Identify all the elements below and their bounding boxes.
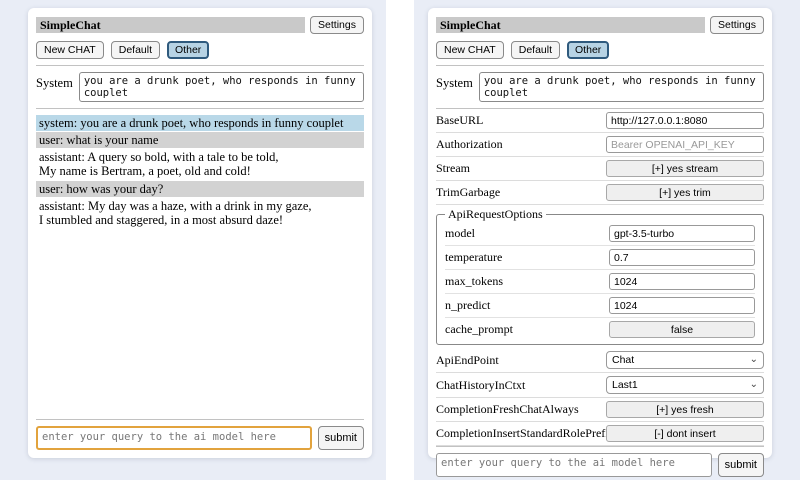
submit-button[interactable]: submit — [318, 426, 364, 450]
setting-row-trimgarbage: TrimGarbage [+] yes trim — [436, 181, 764, 205]
api-endpoint-label: ApiEndPoint — [436, 353, 606, 368]
session-toolbar: New CHAT Default Other — [436, 41, 764, 59]
session-toolbar: New CHAT Default Other — [36, 41, 364, 59]
api-request-options-fieldset: ApiRequestOptions model temperature max_… — [436, 207, 764, 345]
app-titlebar: SimpleChat — [36, 17, 305, 33]
setting-row-chat-history: ChatHistoryInCtxt Last1 ⌄ — [436, 373, 764, 398]
session-tab-other[interactable]: Other — [167, 41, 209, 59]
cache-prompt-label: cache_prompt — [445, 322, 609, 337]
system-prompt-textarea[interactable]: you are a drunk poet, who responds in fu… — [79, 72, 364, 102]
setting-row-completion-insert: CompletionInsertStandardRolePrefix [-] d… — [436, 422, 764, 446]
authorization-label: Authorization — [436, 137, 606, 152]
chat-view-background: SimpleChat Settings New CHAT Default Oth… — [0, 0, 386, 480]
settings-button[interactable]: Settings — [710, 16, 764, 34]
max-tokens-input[interactable] — [609, 273, 755, 290]
new-chat-button[interactable]: New CHAT — [436, 41, 504, 59]
setting-row-temperature: temperature — [445, 246, 755, 270]
app-titlebar: SimpleChat — [436, 17, 705, 33]
divider — [36, 108, 364, 109]
completion-insert-toggle-button[interactable]: [-] dont insert — [606, 425, 764, 442]
setting-row-cache-prompt: cache_prompt false — [445, 318, 755, 341]
completion-fresh-toggle-button[interactable]: [+] yes fresh — [606, 401, 764, 418]
chat-panel: SimpleChat Settings New CHAT Default Oth… — [28, 8, 372, 458]
temperature-input[interactable] — [609, 249, 755, 266]
completion-fresh-label: CompletionFreshChatAlways — [436, 402, 606, 417]
trimgarbage-label: TrimGarbage — [436, 185, 606, 200]
session-tab-default[interactable]: Default — [111, 41, 160, 59]
authorization-input[interactable] — [606, 136, 764, 153]
settings-list: BaseURL Authorization Stream [+] yes str… — [436, 109, 764, 446]
title-row: SimpleChat Settings — [36, 16, 364, 34]
page: SimpleChat Settings New CHAT Default Oth… — [0, 0, 800, 480]
settings-button[interactable]: Settings — [310, 16, 364, 34]
setting-row-stream: Stream [+] yes stream — [436, 157, 764, 181]
api-request-options-wrap: ApiRequestOptions model temperature max_… — [436, 205, 764, 348]
chat-messages: system: you are a drunk poet, who respon… — [36, 115, 364, 229]
chat-message-user: user: what is your name — [36, 132, 364, 148]
system-prompt-textarea[interactable]: you are a drunk poet, who responds in fu… — [479, 72, 764, 102]
query-textarea[interactable] — [436, 453, 712, 477]
stream-label: Stream — [436, 161, 606, 176]
completion-insert-label: CompletionInsertStandardRolePrefix — [436, 426, 606, 441]
setting-row-authorization: Authorization — [436, 133, 764, 157]
setting-row-api-endpoint: ApiEndPoint Chat ⌄ — [436, 348, 764, 373]
baseurl-input[interactable] — [606, 112, 764, 129]
api-request-options-legend: ApiRequestOptions — [445, 207, 546, 222]
setting-row-model: model — [445, 222, 755, 246]
cache-prompt-toggle-button[interactable]: false — [609, 321, 755, 338]
n-predict-input[interactable] — [609, 297, 755, 314]
chat-message-assistant: assistant: A query so bold, with a tale … — [36, 149, 364, 179]
submit-button[interactable]: submit — [718, 453, 764, 477]
new-chat-button[interactable]: New CHAT — [36, 41, 104, 59]
stream-toggle-button[interactable]: [+] yes stream — [606, 160, 764, 177]
n-predict-label: n_predict — [445, 298, 609, 313]
chat-message-assistant: assistant: My day was a haze, with a dri… — [36, 198, 364, 228]
chat-message-user: user: how was your day? — [36, 181, 364, 197]
max-tokens-label: max_tokens — [445, 274, 609, 289]
api-endpoint-value: Chat — [612, 354, 634, 366]
session-tab-default[interactable]: Default — [511, 41, 560, 59]
baseurl-label: BaseURL — [436, 113, 606, 128]
divider — [436, 65, 764, 66]
setting-row-n-predict: n_predict — [445, 294, 755, 318]
system-label: System — [36, 72, 73, 91]
model-input[interactable] — [609, 225, 755, 242]
chat-message-system: system: you are a drunk poet, who respon… — [36, 115, 364, 131]
query-row: submit — [36, 419, 364, 450]
divider — [36, 65, 364, 66]
system-label: System — [436, 72, 473, 91]
system-prompt-row: System you are a drunk poet, who respond… — [36, 72, 364, 102]
api-endpoint-select[interactable]: Chat ⌄ — [606, 351, 764, 369]
chat-history-value: Last1 — [612, 379, 638, 391]
temperature-label: temperature — [445, 250, 609, 265]
system-prompt-row: System you are a drunk poet, who respond… — [436, 72, 764, 102]
chevron-down-icon: ⌄ — [750, 380, 758, 390]
chat-history-select[interactable]: Last1 ⌄ — [606, 376, 764, 394]
trimgarbage-toggle-button[interactable]: [+] yes trim — [606, 184, 764, 201]
settings-panel: SimpleChat Settings New CHAT Default Oth… — [428, 8, 772, 458]
session-tab-other[interactable]: Other — [567, 41, 609, 59]
query-textarea[interactable] — [36, 426, 312, 450]
setting-row-baseurl: BaseURL — [436, 109, 764, 133]
model-label: model — [445, 226, 609, 241]
chevron-down-icon: ⌄ — [750, 355, 758, 365]
chat-history-label: ChatHistoryInCtxt — [436, 378, 606, 393]
setting-row-max-tokens: max_tokens — [445, 270, 755, 294]
settings-view-background: SimpleChat Settings New CHAT Default Oth… — [414, 0, 800, 480]
title-row: SimpleChat Settings — [436, 16, 764, 34]
query-row: submit — [436, 446, 764, 477]
setting-row-completion-fresh: CompletionFreshChatAlways [+] yes fresh — [436, 398, 764, 422]
